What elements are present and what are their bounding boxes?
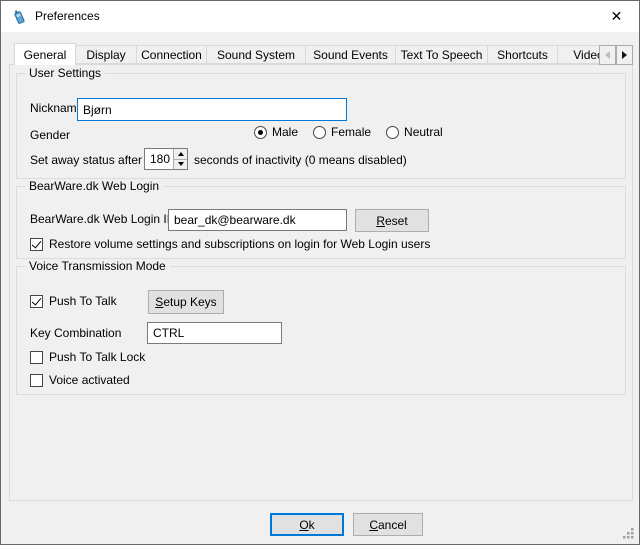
gender-radio-group: Male Female Neutral bbox=[254, 125, 443, 139]
ok-button[interactable]: Ok bbox=[270, 513, 344, 536]
gender-option-label: Female bbox=[331, 125, 371, 139]
group-web-login: BearWare.dk Web Login BearWare.dk Web Lo… bbox=[16, 186, 626, 259]
restore-volume-checkbox bbox=[30, 238, 43, 251]
push-to-talk-lock-checkbox bbox=[30, 351, 43, 364]
key-combination-label: Key Combination bbox=[30, 326, 121, 341]
tab-scroll-left-button[interactable] bbox=[599, 45, 616, 65]
tab-display[interactable]: Display bbox=[76, 45, 137, 64]
push-to-talk-lock-checkbox-row[interactable]: Push To Talk Lock bbox=[30, 350, 145, 364]
preferences-dialog: Preferences ✕ GeneralDisplayConnectionSo… bbox=[0, 0, 640, 545]
web-login-id-input[interactable] bbox=[168, 209, 347, 231]
group-web-login-title: BearWare.dk Web Login bbox=[25, 179, 163, 193]
close-button[interactable]: ✕ bbox=[594, 1, 639, 32]
push-to-talk-lock-label: Push To Talk Lock bbox=[49, 350, 145, 364]
gender-option-label: Male bbox=[272, 125, 298, 139]
gender-option-female[interactable]: Female bbox=[313, 125, 371, 139]
chevron-right-icon bbox=[622, 51, 627, 59]
setup-keys-button[interactable]: Setup Keys bbox=[148, 290, 224, 314]
away-seconds-value[interactable]: 180 bbox=[145, 149, 173, 169]
tab-video[interactable]: Video bbox=[558, 45, 599, 64]
restore-volume-label: Restore volume settings and subscription… bbox=[49, 237, 430, 251]
spinner-down-icon bbox=[178, 162, 184, 166]
away-status-label: Set away status after bbox=[30, 153, 142, 168]
tab-general[interactable]: General bbox=[14, 43, 76, 65]
gender-label: Gender bbox=[30, 128, 70, 143]
tab-shortcuts[interactable]: Shortcuts bbox=[488, 45, 558, 64]
group-user-settings-title: User Settings bbox=[25, 66, 105, 80]
nickname-input[interactable] bbox=[77, 98, 347, 121]
tab-connection[interactable]: Connection bbox=[137, 45, 207, 64]
reset-button[interactable]: Reset bbox=[355, 209, 429, 232]
window-title: Preferences bbox=[35, 1, 100, 32]
away-status-suffix-label: seconds of inactivity (0 means disabled) bbox=[194, 153, 407, 168]
web-login-id-label: BearWare.dk Web Login ID bbox=[30, 212, 175, 227]
tab-scroll-right-button[interactable] bbox=[616, 45, 633, 65]
away-seconds-spinner[interactable]: 180 bbox=[144, 148, 188, 170]
cancel-button[interactable]: Cancel bbox=[353, 513, 423, 536]
resize-grip[interactable] bbox=[622, 527, 635, 540]
tab-sound-events[interactable]: Sound Events bbox=[306, 45, 396, 64]
tab-bar: GeneralDisplayConnectionSound SystemSoun… bbox=[14, 43, 599, 65]
push-to-talk-checkbox-row[interactable]: Push To Talk bbox=[30, 294, 117, 308]
radio-icon bbox=[254, 126, 267, 139]
teamtalk-app-icon bbox=[11, 9, 27, 25]
key-combination-input[interactable] bbox=[147, 322, 282, 344]
spinner-up-button[interactable] bbox=[174, 149, 187, 159]
gender-option-label: Neutral bbox=[404, 125, 443, 139]
gender-option-neutral[interactable]: Neutral bbox=[386, 125, 443, 139]
voice-activated-label: Voice activated bbox=[49, 373, 130, 387]
spinner-up-icon bbox=[178, 152, 184, 156]
gender-option-male[interactable]: Male bbox=[254, 125, 298, 139]
tab-text-to-speech[interactable]: Text To Speech bbox=[396, 45, 488, 64]
push-to-talk-label: Push To Talk bbox=[49, 294, 117, 308]
chevron-left-icon bbox=[605, 51, 610, 59]
group-voice-transmission: Voice Transmission Mode Push To Talk Set… bbox=[16, 266, 626, 395]
radio-icon bbox=[386, 126, 399, 139]
restore-volume-checkbox-row[interactable]: Restore volume settings and subscription… bbox=[30, 237, 430, 251]
voice-activated-checkbox-row[interactable]: Voice activated bbox=[30, 373, 130, 387]
nickname-label: Nickname bbox=[30, 101, 83, 116]
titlebar[interactable]: Preferences ✕ bbox=[1, 1, 639, 32]
spinner-buttons bbox=[173, 149, 187, 169]
voice-activated-checkbox bbox=[30, 374, 43, 387]
push-to-talk-checkbox bbox=[30, 295, 43, 308]
group-user-settings: User Settings Nickname Gender MaleFemale… bbox=[16, 73, 626, 179]
spinner-down-button[interactable] bbox=[174, 159, 187, 170]
group-voice-transmission-title: Voice Transmission Mode bbox=[25, 259, 170, 273]
radio-icon bbox=[313, 126, 326, 139]
tab-sound-system[interactable]: Sound System bbox=[207, 45, 306, 64]
close-icon: ✕ bbox=[611, 8, 623, 25]
